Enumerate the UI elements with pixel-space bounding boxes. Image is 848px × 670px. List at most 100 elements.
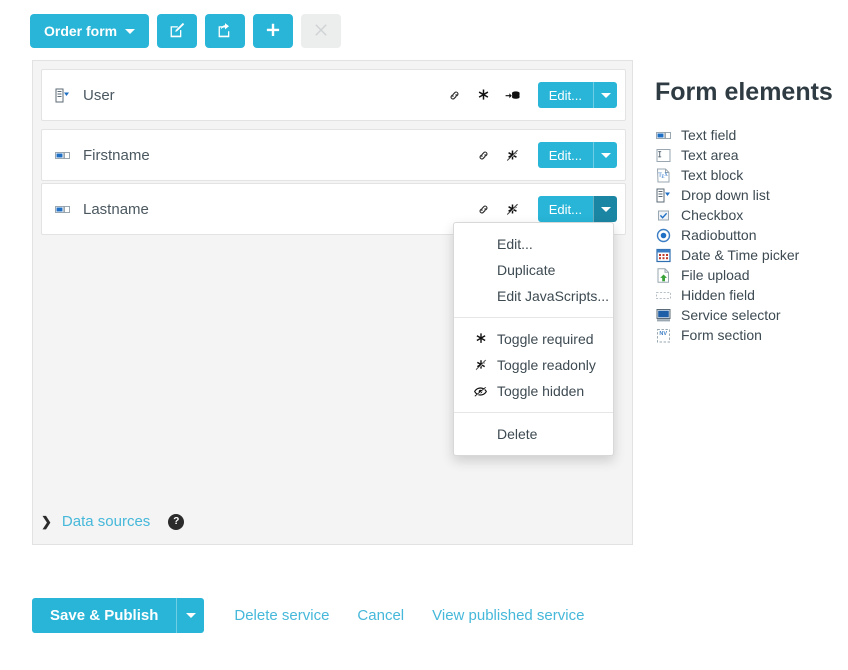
top-toolbar: Order form xyxy=(30,14,341,48)
form-elements-panel: Form elements Text field Text area xyxy=(655,78,845,345)
edit-button[interactable]: Edit... xyxy=(538,196,593,222)
chevron-down-icon xyxy=(601,153,611,158)
eye-slash-icon xyxy=(472,384,489,399)
edit-button[interactable]: Edit... xyxy=(538,142,593,168)
radiobutton-icon xyxy=(655,227,672,244)
calendar-icon xyxy=(655,247,672,264)
save-dropdown-toggle[interactable] xyxy=(176,598,204,633)
context-menu-item-label: Toggle hidden xyxy=(497,383,584,399)
export-form-button[interactable] xyxy=(205,14,245,48)
share-external-icon xyxy=(217,22,233,40)
file-upload-icon xyxy=(655,267,672,284)
edit-form-button[interactable] xyxy=(157,14,197,48)
readonly-icon[interactable] xyxy=(505,147,521,163)
link-icon[interactable] xyxy=(476,201,492,217)
form-row-label: Firstname xyxy=(83,147,150,164)
menu-divider xyxy=(454,412,613,413)
svg-text:NV: NV xyxy=(659,331,667,337)
context-menu-item-label: Duplicate xyxy=(497,262,555,278)
chevron-down-icon xyxy=(601,93,611,98)
context-menu-item-toggle-readonly[interactable]: Toggle readonly xyxy=(454,352,613,378)
link-icon[interactable] xyxy=(447,87,463,103)
form-element-label: Checkbox xyxy=(681,207,743,223)
form-element-hidden-field[interactable]: Hidden field xyxy=(655,285,845,305)
form-element-text-block[interactable]: T E X Text block xyxy=(655,165,845,185)
chevron-down-icon xyxy=(125,29,135,34)
form-element-text-area[interactable]: Text area xyxy=(655,145,845,165)
context-menu-item-label: Edit... xyxy=(497,236,533,252)
readonly-icon[interactable] xyxy=(505,201,521,217)
checkbox-icon xyxy=(655,207,672,224)
form-element-label: Text field xyxy=(681,127,736,143)
edit-button-group: Edit... xyxy=(538,82,617,108)
context-menu-item-toggle-hidden[interactable]: Toggle hidden xyxy=(454,378,613,404)
asterisk-icon xyxy=(472,332,489,346)
edit-button-group: Edit... xyxy=(538,196,617,222)
chevron-down-icon xyxy=(186,613,196,618)
form-element-label: Drop down list xyxy=(681,187,770,203)
edit-dropdown-toggle[interactable] xyxy=(593,82,617,108)
edit-button[interactable]: Edit... xyxy=(538,82,593,108)
text-field-icon xyxy=(655,127,672,144)
form-row-actions: Edit... xyxy=(476,142,617,168)
close-form-button[interactable] xyxy=(301,14,341,48)
data-sources-section[interactable]: ❯ Data sources ? xyxy=(41,513,184,530)
edit-button-group: Edit... xyxy=(538,142,617,168)
edit-dropdown-toggle[interactable] xyxy=(593,196,617,222)
footer-actions: Save & Publish Delete service Cancel Vie… xyxy=(32,598,584,633)
chevron-right-icon: ❯ xyxy=(41,514,52,530)
link-icon[interactable] xyxy=(476,147,492,163)
form-row-label: User xyxy=(83,87,115,104)
form-row-actions: Edit... xyxy=(476,196,617,222)
help-badge-icon[interactable]: ? xyxy=(168,514,184,530)
database-icon[interactable] xyxy=(505,87,521,103)
form-element-text-field[interactable]: Text field xyxy=(655,125,845,145)
view-published-service-link[interactable]: View published service xyxy=(432,607,584,624)
drop-down-list-icon xyxy=(655,187,672,204)
required-asterisk-icon[interactable] xyxy=(476,87,492,103)
form-element-form-section[interactable]: NV Form section xyxy=(655,325,845,345)
context-menu-item-label: Delete xyxy=(497,426,537,442)
form-row-user[interactable]: User xyxy=(41,69,626,121)
text-field-icon xyxy=(54,201,71,218)
form-row-firstname[interactable]: Firstname Edit... xyxy=(41,129,626,181)
readonly-icon xyxy=(472,358,489,372)
context-menu-item-duplicate[interactable]: Duplicate xyxy=(454,257,613,283)
form-element-file-upload[interactable]: File upload xyxy=(655,265,845,285)
context-menu-item-label: Toggle required xyxy=(497,331,594,347)
form-element-date-time-picker[interactable]: Date & Time picker xyxy=(655,245,845,265)
cancel-link[interactable]: Cancel xyxy=(357,607,404,624)
close-icon xyxy=(314,23,328,39)
svg-text:X: X xyxy=(664,173,668,178)
form-element-label: Hidden field xyxy=(681,287,755,303)
form-element-label: Radiobutton xyxy=(681,227,757,243)
context-menu-item-toggle-required[interactable]: Toggle required xyxy=(454,326,613,352)
form-element-label: Service selector xyxy=(681,307,781,323)
order-form-dropdown-button[interactable]: Order form xyxy=(30,14,149,48)
form-element-label: Text area xyxy=(681,147,739,163)
form-element-checkbox[interactable]: Checkbox xyxy=(655,205,845,225)
form-element-label: Form section xyxy=(681,327,762,343)
form-element-label: Date & Time picker xyxy=(681,247,799,263)
delete-service-link[interactable]: Delete service xyxy=(234,607,329,624)
save-and-publish-button[interactable]: Save & Publish xyxy=(32,598,176,633)
row-context-menu: Edit... Duplicate Edit JavaScripts... To… xyxy=(453,222,614,456)
add-form-button[interactable] xyxy=(253,14,293,48)
form-elements-title: Form elements xyxy=(655,78,845,107)
context-menu-item-label: Edit JavaScripts... xyxy=(497,288,609,304)
form-row-actions: Edit... xyxy=(447,82,617,108)
order-form-label: Order form xyxy=(44,24,117,38)
form-element-radiobutton[interactable]: Radiobutton xyxy=(655,225,845,245)
data-sources-link[interactable]: Data sources xyxy=(62,513,150,530)
context-menu-item-delete[interactable]: Delete xyxy=(454,421,613,447)
monitor-icon xyxy=(655,307,672,324)
form-element-service-selector[interactable]: Service selector xyxy=(655,305,845,325)
text-block-icon: T E X xyxy=(655,167,672,184)
context-menu-item-edit-javascripts[interactable]: Edit JavaScripts... xyxy=(454,283,613,309)
form-element-drop-down-list[interactable]: Drop down list xyxy=(655,185,845,205)
form-row-label: Lastname xyxy=(83,201,149,218)
text-area-icon xyxy=(655,147,672,164)
edit-dropdown-toggle[interactable] xyxy=(593,142,617,168)
context-menu-item-label: Toggle readonly xyxy=(497,357,596,373)
context-menu-item-edit[interactable]: Edit... xyxy=(454,231,613,257)
